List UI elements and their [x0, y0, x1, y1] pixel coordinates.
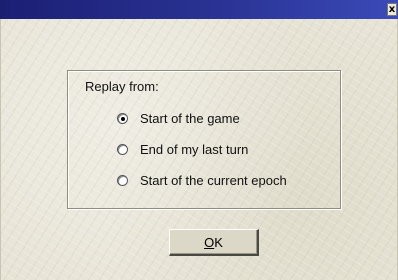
group-label: Replay from: [85, 79, 159, 94]
ok-mnemonic: O [204, 234, 215, 250]
close-icon[interactable]: x [387, 3, 397, 16]
radio-option-start-of-current-epoch[interactable]: Start of the current epoch [117, 172, 287, 188]
radio-label: Start of the current epoch [140, 172, 287, 188]
ok-label-rest: K [214, 234, 223, 250]
radio-button[interactable] [117, 112, 128, 124]
radio-option-start-of-game[interactable]: Start of the game [117, 110, 240, 126]
radio-button[interactable] [117, 143, 128, 155]
title-bar[interactable]: x [0, 0, 398, 19]
ok-button[interactable]: OK [169, 229, 259, 256]
radio-button[interactable] [117, 174, 128, 186]
replay-dialog: x Replay from: Start of the game End of … [0, 0, 398, 280]
radio-label: Start of the game [140, 110, 240, 126]
radio-label: End of my last turn [140, 141, 249, 157]
radio-option-end-of-last-turn[interactable]: End of my last turn [117, 141, 248, 157]
